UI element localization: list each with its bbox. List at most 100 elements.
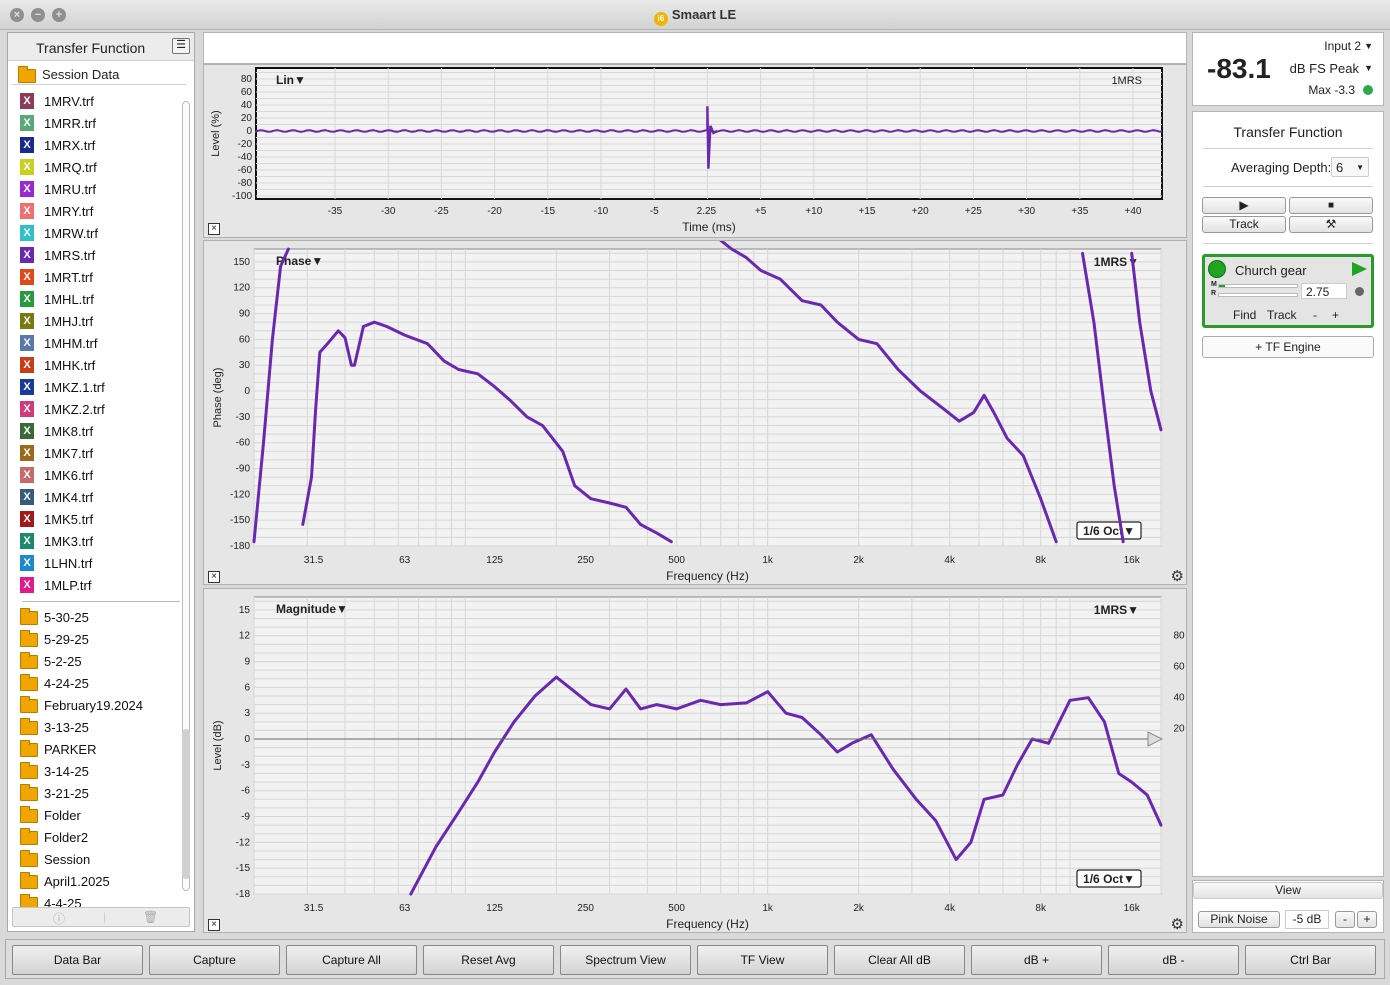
folder-item[interactable]: 4-24-25 (12, 673, 182, 693)
tick-label: -60 (236, 438, 251, 449)
file-name: 1MRX.trf (44, 138, 96, 153)
cmd-data-bar-button[interactable]: Data Bar (12, 945, 143, 975)
file-item[interactable]: X 1MK6.trf (12, 465, 182, 485)
engine-on-icon[interactable] (1208, 260, 1226, 278)
meter-mode-select[interactable]: dB FS Peak (1290, 61, 1359, 76)
cmd-db-button[interactable]: dB + (971, 945, 1102, 975)
scroll-thumb[interactable] (182, 729, 190, 879)
cmd-db-button[interactable]: dB - (1108, 945, 1239, 975)
file-item[interactable]: X 1MRQ.trf (12, 157, 182, 177)
file-item[interactable]: X 1MHL.trf (12, 289, 182, 309)
x-axis-label: Frequency (Hz) (666, 569, 749, 583)
file-list-scrollbar[interactable] (180, 97, 192, 897)
impulse-response-plot[interactable]: 80 60 40 20 0 -20 -40 -60 -80 -100 -35 -30 -25 -20 -15… (203, 64, 1187, 238)
folder-item[interactable]: February19.2024 (12, 695, 182, 715)
file-item[interactable]: X 1MHK.trf (12, 355, 182, 375)
file-item[interactable]: X 1MRX.trf (12, 135, 182, 155)
cmd-ctrl-bar-button[interactable]: Ctrl Bar (1245, 945, 1376, 975)
panel-menu-icon[interactable]: ☰ (172, 38, 190, 54)
cmd-clear-all-db-button[interactable]: Clear All dB (834, 945, 965, 975)
close-plot-icon[interactable]: × (208, 223, 220, 235)
tf-engine-card[interactable]: Church gear M R 2.75 Find Track - + (1202, 254, 1374, 328)
file-item[interactable]: X 1MRS.trf (12, 245, 182, 265)
cmd-reset-avg-button[interactable]: Reset Avg (423, 945, 554, 975)
file-item[interactable]: X 1MHM.trf (12, 333, 182, 353)
file-item[interactable]: X 1MRY.trf (12, 201, 182, 221)
trash-icon[interactable]: 🗑 (143, 910, 158, 924)
file-item[interactable]: X 1MK8.trf (12, 421, 182, 441)
cmd-tf-view-button[interactable]: TF View (697, 945, 828, 975)
file-item[interactable]: X 1MKZ.2.trf (12, 399, 182, 419)
window-title: i6 Smaart LE (0, 7, 1390, 26)
close-plot-icon[interactable]: × (208, 919, 220, 931)
folder-item[interactable]: PARKER (12, 739, 182, 759)
folder-icon (20, 630, 38, 647)
folder-icon (20, 762, 38, 779)
file-item[interactable]: X 1MRR.trf (12, 113, 182, 133)
folder-item[interactable]: 5-29-25 (12, 629, 182, 649)
folder-icon (20, 696, 38, 713)
averaging-select[interactable]: 6 ▼ (1331, 157, 1369, 177)
folder-item[interactable]: Folder2 (12, 827, 182, 847)
play-button[interactable]: ▶ (1202, 197, 1286, 214)
find-button[interactable]: Find (1233, 308, 1256, 322)
track-delay-button[interactable]: Track (1267, 308, 1297, 322)
engine-run-icon[interactable] (1352, 262, 1367, 276)
folder-item[interactable]: 3-14-25 (12, 761, 182, 781)
folder-item[interactable]: Session (12, 849, 182, 869)
cmd-capture-button[interactable]: Capture (149, 945, 280, 975)
file-item[interactable]: X 1MK7.trf (12, 443, 182, 463)
delay-plus-button[interactable]: + (1332, 308, 1339, 322)
chevron-down-icon[interactable]: ▼ (1364, 63, 1373, 73)
noise-level-field[interactable]: -5 dB (1285, 910, 1329, 929)
file-item[interactable]: X 1MRW.trf (12, 223, 182, 243)
stop-button[interactable]: ■ (1289, 197, 1373, 214)
file-item[interactable]: X 1MK5.trf (12, 509, 182, 529)
coherence-tick-label: 60 (1173, 662, 1185, 673)
file-item[interactable]: X 1MRT.trf (12, 267, 182, 287)
file-item[interactable]: X 1MKZ.1.trf (12, 377, 182, 397)
delay-minus-button[interactable]: - (1313, 308, 1317, 322)
tick-label: 16k (1124, 903, 1141, 914)
folder-item[interactable]: 3-21-25 (12, 783, 182, 803)
view-button[interactable]: View (1193, 882, 1383, 899)
tick-label: 150 (233, 257, 250, 268)
file-item[interactable]: X 1LHN.trf (12, 553, 182, 573)
close-plot-icon[interactable]: × (208, 571, 220, 583)
file-item[interactable]: X 1MRV.trf (12, 91, 182, 111)
folder-item[interactable]: 5-30-25 (12, 607, 182, 627)
gear-icon[interactable]: ⚙ (1171, 567, 1184, 585)
folder-item[interactable]: 3-13-25 (12, 717, 182, 737)
noise-minus-button[interactable]: - (1335, 911, 1355, 928)
file-name: 1MHM.trf (44, 336, 98, 351)
file-item[interactable]: X 1MHJ.trf (12, 311, 182, 331)
file-name: 1MRY.trf (44, 204, 94, 219)
phase-plot[interactable]: 150 120 90 60 30 0 -30 -60 -90 -120 -150 -180 31.5 63… (203, 240, 1187, 585)
session-data-folder[interactable]: Session Data (12, 63, 186, 85)
folder-item[interactable]: 5-2-25 (12, 651, 182, 671)
delay-input[interactable]: 2.75 (1301, 283, 1347, 299)
info-icon[interactable]: ⓘ (53, 910, 65, 927)
gear-icon[interactable]: ⚙ (1171, 915, 1184, 933)
magnitude-plot[interactable]: 15 12 9 6 3 0 -3 -6 -9 -12 -15 -18 31.5 63 125 250 500 1k… (203, 588, 1187, 933)
chevron-down-icon[interactable]: ▼ (1364, 41, 1373, 51)
tools-icon[interactable]: ⚒ (1289, 216, 1373, 233)
tick-label: 63 (399, 555, 411, 566)
folder-icon (20, 718, 38, 735)
cmd-capture-all-button[interactable]: Capture All (286, 945, 417, 975)
file-item[interactable]: X 1MK3.trf (12, 531, 182, 551)
input-select[interactable]: Input 2 (1324, 39, 1361, 53)
folder-item[interactable]: Folder (12, 805, 182, 825)
add-tf-engine-button[interactable]: + TF Engine (1202, 336, 1374, 358)
folder-item[interactable]: April1.2025 (12, 871, 182, 891)
cmd-spectrum-view-button[interactable]: Spectrum View (560, 945, 691, 975)
pink-noise-button[interactable]: Pink Noise (1198, 911, 1280, 928)
tick-label: 31.5 (304, 555, 324, 566)
tick-label: 4k (944, 903, 956, 914)
track-button[interactable]: Track (1202, 216, 1286, 233)
file-item[interactable]: X 1MK4.trf (12, 487, 182, 507)
noise-plus-button[interactable]: + (1357, 911, 1377, 928)
file-item[interactable]: X 1MRU.trf (12, 179, 182, 199)
file-item[interactable]: X 1MLP.trf (12, 575, 182, 595)
file-name: 1MRQ.trf (44, 160, 97, 175)
